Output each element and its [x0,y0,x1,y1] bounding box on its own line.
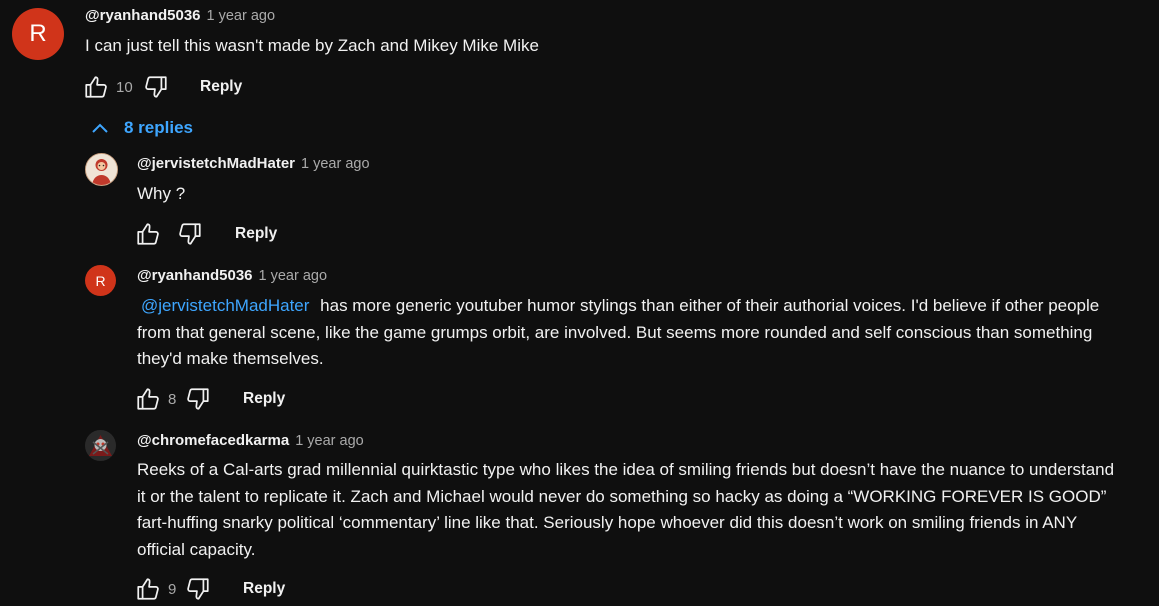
thumbs-down-icon [179,223,201,245]
author-name[interactable]: @jervistetchMadHater [137,155,295,172]
thumbs-down-icon [187,578,209,600]
like-count: 9 [168,580,177,598]
reply-button[interactable]: Reply [200,78,242,96]
thumbs-down-icon [145,76,167,98]
avatar[interactable]: R [12,8,64,60]
author-line: @ryanhand5036 1 year ago [137,267,327,284]
comment-text: @jervistetchMadHater has more generic yo… [137,293,1127,373]
thumbs-up-icon [85,76,107,98]
replies-count-label: 8 replies [124,118,193,137]
author-line: @jervistetchMadHater 1 year ago [137,155,370,172]
author-line: @chromefacedkarma 1 year ago [137,432,364,449]
like-count: 8 [168,390,177,408]
like-button[interactable] [134,385,162,413]
replies-toggle-button[interactable]: 8 replies [90,118,193,138]
author-name[interactable]: @ryanhand5036 [137,267,253,284]
dislike-button[interactable] [176,220,204,248]
comment-time[interactable]: 1 year ago [259,268,328,284]
like-button[interactable] [134,575,162,603]
comment-text: I can just tell this wasn't made by Zach… [85,36,539,55]
like-button[interactable] [82,73,110,101]
like-button[interactable] [134,220,162,248]
dislike-button[interactable] [142,73,170,101]
avatar-letter: R [95,272,106,289]
avatar[interactable]: R [85,265,116,296]
avatar-portrait-icon [86,154,117,185]
avatar-letter: R [29,20,47,47]
author-name[interactable]: @chromefacedkarma [137,432,289,449]
chevron-up-icon [92,123,108,133]
comment-actions: 10 Reply [82,73,242,101]
like-count: 10 [116,78,133,96]
avatar[interactable] [85,430,116,461]
comments-page: R @ryanhand5036 1 year ago I can just tel… [0,0,1159,606]
mention-link[interactable]: @jervistetchMadHater [141,296,309,315]
author-line: @ryanhand5036 1 year ago [85,7,275,24]
comment-text: Why ? [137,184,186,203]
thumbs-up-icon [137,223,159,245]
comment-time[interactable]: 1 year ago [301,156,370,172]
comment-time[interactable]: 1 year ago [207,8,276,24]
reply-button[interactable]: Reply [243,580,285,598]
avatar[interactable] [85,153,118,186]
comment-actions: 8 Reply [134,385,285,413]
thumbs-up-icon [137,578,159,600]
author-name[interactable]: @ryanhand5036 [85,7,201,24]
dislike-button[interactable] [184,575,212,603]
thumbs-up-icon [137,388,159,410]
reply-button[interactable]: Reply [235,225,277,243]
thumbs-down-icon [187,388,209,410]
comment-time[interactable]: 1 year ago [295,433,364,449]
reply-button[interactable]: Reply [243,390,285,408]
comment-text: Reeks of a Cal-arts grad millennial quir… [137,460,1115,559]
comment-actions: 9 Reply [134,575,285,603]
avatar-portrait-icon [85,430,116,461]
comment-actions: Reply [134,220,277,248]
dislike-button[interactable] [184,385,212,413]
